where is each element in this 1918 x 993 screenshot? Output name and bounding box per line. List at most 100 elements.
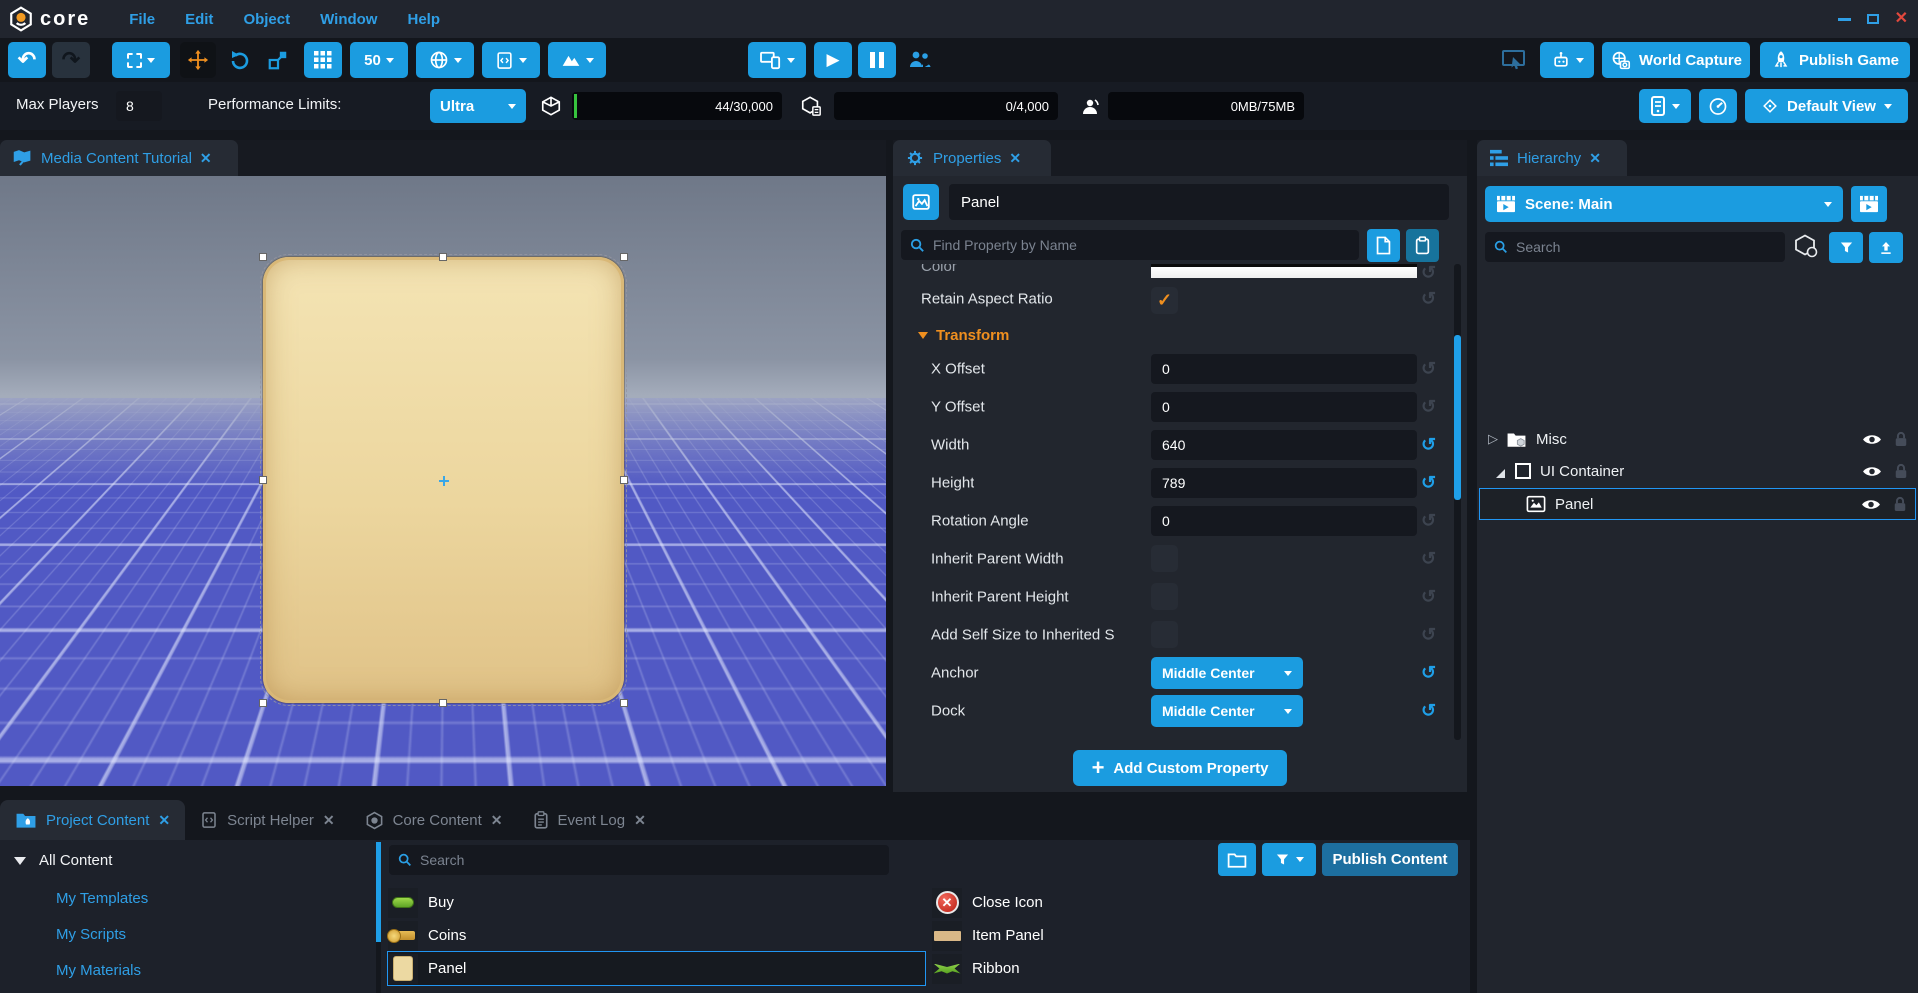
hierarchy-row-panel[interactable]: Panel: [1479, 488, 1916, 520]
scene-manager-button[interactable]: [1851, 186, 1887, 222]
import-export-button[interactable]: [1869, 232, 1903, 263]
reset-icon[interactable]: ↺: [1421, 625, 1436, 646]
group-select-icon[interactable]: [1793, 233, 1819, 259]
property-search-input[interactable]: [933, 237, 1351, 253]
properties-scroll-area[interactable]: Color ↺ Retain Aspect Ratio ✓ ↺ Transfor…: [893, 264, 1449, 740]
tab-media-content-tutorial[interactable]: Media Content Tutorial ✕: [0, 140, 238, 176]
terrain-tools-dropdown[interactable]: [548, 42, 606, 78]
tree-item-my-scripts[interactable]: My Scripts: [56, 926, 126, 943]
lock-icon[interactable]: [1893, 496, 1907, 512]
scale-tool-button[interactable]: [262, 42, 294, 78]
performance-gauge-button[interactable]: [1699, 89, 1737, 123]
add-custom-property-button[interactable]: + Add Custom Property: [1073, 750, 1287, 786]
selection-handle[interactable]: [620, 699, 628, 707]
close-tab-icon[interactable]: ✕: [1589, 150, 1601, 167]
viewport-canvas[interactable]: z: [0, 176, 886, 786]
content-filter-dropdown[interactable]: [1262, 843, 1316, 876]
screen-share-button[interactable]: [1496, 42, 1532, 78]
grid-snap-button[interactable]: [304, 42, 342, 78]
script-tools-dropdown[interactable]: [482, 42, 540, 78]
tree-item-my-templates[interactable]: My Templates: [56, 890, 148, 907]
capture-settings-dropdown[interactable]: [1540, 42, 1594, 78]
object-name-input[interactable]: [949, 184, 1449, 220]
tab-core-content[interactable]: Core Content ✕: [350, 800, 518, 840]
reset-icon[interactable]: ↺: [1421, 663, 1436, 684]
menu-window[interactable]: Window: [305, 11, 392, 28]
tab-properties[interactable]: Properties ✕: [893, 140, 1051, 176]
close-tab-icon[interactable]: ✕: [200, 150, 212, 167]
hierarchy-search-input[interactable]: [1516, 239, 1777, 255]
restore-button[interactable]: [1867, 14, 1879, 24]
inherit-height-checkbox[interactable]: [1151, 583, 1178, 610]
retain-aspect-checkbox[interactable]: ✓: [1151, 287, 1178, 314]
undo-button[interactable]: ↶: [8, 42, 46, 78]
asset-row-panel[interactable]: Panel: [388, 952, 925, 985]
content-search-input[interactable]: [420, 852, 881, 868]
reset-icon[interactable]: ↺: [1421, 264, 1436, 284]
height-input[interactable]: [1151, 468, 1417, 498]
tab-hierarchy[interactable]: Hierarchy ✕: [1477, 140, 1627, 176]
hierarchy-row-misc[interactable]: ▷ Misc: [1479, 424, 1916, 454]
menu-edit[interactable]: Edit: [170, 11, 228, 28]
reset-icon[interactable]: ↺: [1421, 473, 1436, 494]
performance-limits-dropdown[interactable]: Ultra: [430, 89, 526, 123]
expand-collapsed-icon[interactable]: ▷: [1488, 431, 1498, 447]
tab-event-log[interactable]: Event Log ✕: [518, 800, 661, 840]
reset-icon[interactable]: ↺: [1421, 397, 1436, 418]
selection-handle[interactable]: [259, 476, 267, 484]
selection-handle[interactable]: [620, 476, 628, 484]
reset-icon[interactable]: ↺: [1421, 289, 1436, 310]
lock-icon[interactable]: [1894, 431, 1908, 447]
lock-icon[interactable]: [1894, 463, 1908, 479]
close-tab-icon[interactable]: ✕: [491, 812, 503, 829]
reset-icon[interactable]: ↺: [1421, 549, 1436, 570]
selection-handle[interactable]: [439, 699, 447, 707]
publish-content-button[interactable]: Publish Content: [1322, 843, 1458, 876]
menu-help[interactable]: Help: [392, 11, 455, 28]
image-flip-section-header[interactable]: Image Flip: [893, 734, 1449, 740]
rotation-angle-input[interactable]: [1151, 506, 1417, 536]
color-swatch[interactable]: [1151, 264, 1417, 278]
selection-handle[interactable]: [620, 253, 628, 261]
minimize-button[interactable]: [1838, 18, 1851, 21]
select-mode-dropdown[interactable]: [112, 42, 170, 78]
content-search-box[interactable]: [389, 845, 889, 875]
visibility-eye-icon[interactable]: [1861, 498, 1881, 511]
x-offset-input[interactable]: [1151, 354, 1417, 384]
pause-button[interactable]: [858, 42, 896, 78]
grid-size-dropdown[interactable]: 50: [350, 42, 408, 78]
dock-dropdown[interactable]: Middle Center: [1151, 695, 1303, 727]
paste-properties-button[interactable]: [1406, 229, 1439, 262]
visibility-eye-icon[interactable]: [1862, 465, 1882, 478]
close-window-button[interactable]: ✕: [1895, 11, 1908, 27]
close-tab-icon[interactable]: ✕: [1009, 150, 1021, 167]
asset-row-close-icon[interactable]: ✕ Close Icon: [932, 886, 1462, 919]
rotate-tool-button[interactable]: [224, 42, 256, 78]
hierarchy-row-ui-container[interactable]: UI Container: [1479, 456, 1916, 486]
close-tab-icon[interactable]: ✕: [634, 812, 646, 829]
play-button[interactable]: ▶: [814, 42, 852, 78]
scene-dropdown[interactable]: Scene: Main: [1485, 186, 1843, 222]
redo-button[interactable]: ↷: [52, 42, 90, 78]
properties-scrollbar[interactable]: [1454, 264, 1461, 740]
scrollbar-thumb[interactable]: [1454, 335, 1461, 500]
close-tab-icon[interactable]: ✕: [158, 812, 170, 829]
width-input[interactable]: [1151, 430, 1417, 460]
hierarchy-filter-button[interactable]: [1829, 232, 1863, 263]
hierarchy-search-box[interactable]: [1485, 232, 1785, 262]
world-settings-dropdown[interactable]: [416, 42, 474, 78]
visibility-eye-icon[interactable]: [1862, 433, 1882, 446]
all-content-row[interactable]: All Content: [14, 852, 112, 869]
transform-section-header[interactable]: Transform: [893, 320, 1449, 350]
property-search-box[interactable]: [901, 230, 1359, 260]
reset-icon[interactable]: ↺: [1421, 511, 1436, 532]
publish-game-button[interactable]: Publish Game: [1760, 42, 1910, 78]
close-tab-icon[interactable]: ✕: [323, 812, 335, 829]
multiplayer-preview-button[interactable]: [902, 42, 938, 78]
expand-expanded-icon[interactable]: [1487, 469, 1505, 478]
scrollbar-thumb[interactable]: [376, 842, 381, 942]
world-capture-button[interactable]: World Capture: [1602, 42, 1750, 78]
reset-icon[interactable]: ↺: [1421, 587, 1436, 608]
move-tool-button[interactable]: [180, 42, 216, 78]
copy-properties-button[interactable]: [1367, 229, 1400, 262]
